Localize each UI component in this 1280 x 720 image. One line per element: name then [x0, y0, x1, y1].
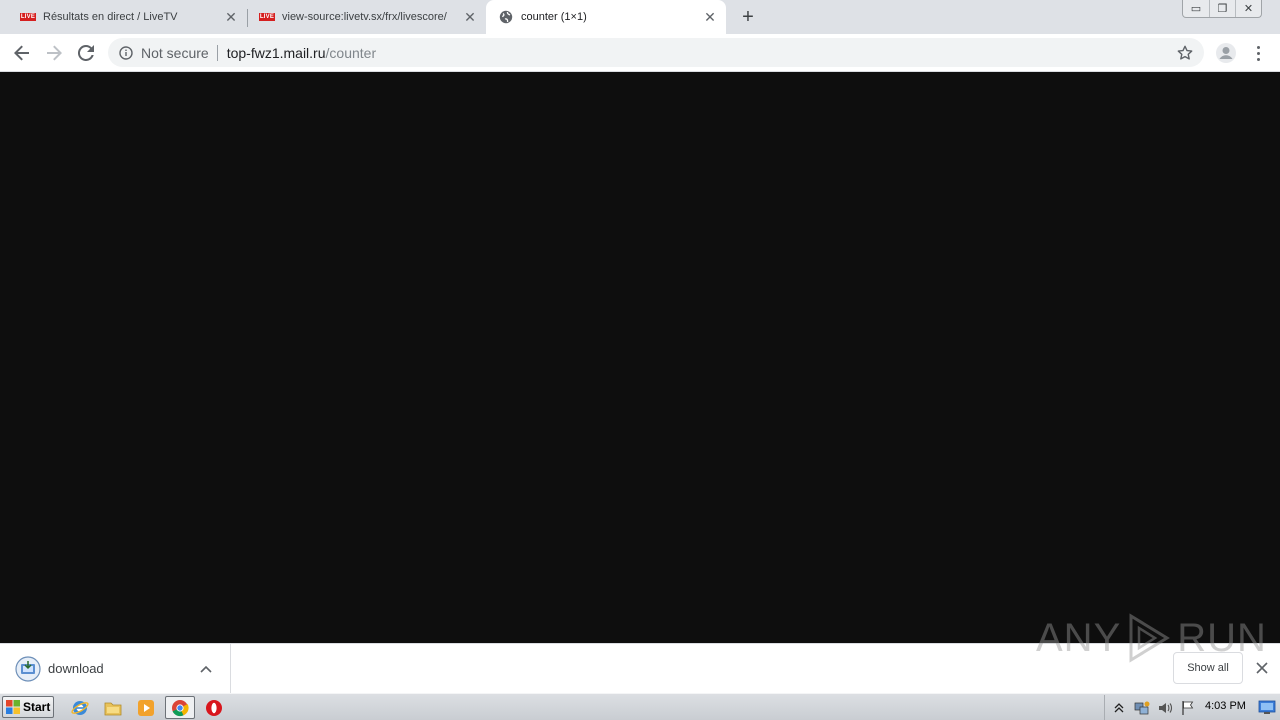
opera-icon[interactable]	[203, 697, 225, 718]
minimize-button[interactable]: ▭	[1183, 0, 1209, 17]
tab-livetv-results[interactable]: LIVE Résultats en direct / LiveTV ✕	[0, 0, 248, 34]
forward-arrow-icon	[47, 45, 62, 61]
installer-file-icon	[15, 655, 41, 682]
download-shelf: download ANY RUN Show all	[0, 613, 1280, 693]
forward-button[interactable]	[40, 39, 68, 67]
windows-taskbar: Start 4:03 PM	[0, 693, 1280, 720]
volume-icon[interactable]	[1156, 699, 1174, 717]
live-badge: LIVE	[259, 13, 275, 21]
browser-menu-button[interactable]	[1250, 41, 1266, 65]
back-arrow-icon	[14, 45, 29, 61]
tab-counter[interactable]: counter (1×1) ✕	[486, 0, 726, 34]
restore-button[interactable]: ❐	[1209, 0, 1235, 17]
close-window-button[interactable]: ✕	[1235, 0, 1261, 17]
taskbar-clock[interactable]: 4:03 PM	[1205, 700, 1246, 712]
show-all-button[interactable]: Show all	[1173, 652, 1243, 684]
network-icon[interactable]	[1133, 699, 1151, 717]
profile-avatar-icon[interactable]	[1214, 41, 1238, 65]
reload-icon	[78, 45, 94, 61]
action-center-flag-icon[interactable]	[1179, 699, 1197, 717]
window-controls: ▭ ❐ ✕	[1182, 0, 1262, 18]
tab-close-icon[interactable]: ✕	[702, 9, 718, 25]
tab-close-icon[interactable]: ✕	[223, 9, 239, 25]
tab-title: counter (1×1)	[521, 11, 587, 23]
chrome-icon[interactable]	[165, 696, 195, 719]
security-status[interactable]: Not secure	[141, 45, 209, 61]
back-button[interactable]	[8, 39, 36, 67]
live-badge: LIVE	[20, 13, 36, 21]
download-item[interactable]: download	[0, 644, 231, 693]
omnibox-divider	[216, 44, 218, 61]
tab-close-icon[interactable]: ✕	[462, 9, 478, 25]
show-desktop-icon[interactable]	[1258, 699, 1276, 715]
tab-strip: LIVE Résultats en direct / LiveTV ✕ LIVE…	[0, 0, 1280, 34]
media-player-icon[interactable]	[135, 697, 157, 718]
bookmark-star-icon[interactable]	[1176, 44, 1194, 62]
system-tray	[1104, 695, 1280, 720]
browser-toolbar: Not secure top-fwz1.mail.ru/counter	[0, 34, 1280, 72]
globe-icon	[498, 9, 514, 25]
download-filename: download	[48, 661, 104, 676]
live-badge-icon: LIVE	[259, 9, 275, 25]
url-path: /counter	[325, 44, 377, 61]
internet-explorer-icon[interactable]	[69, 697, 91, 718]
file-explorer-icon[interactable]	[102, 697, 124, 718]
url-host: top-fwz1.mail.ru	[226, 44, 326, 61]
tab-view-source[interactable]: LIVE view-source:livetv.sx/frx/livescore…	[247, 0, 486, 34]
new-tab-button[interactable]: +	[736, 5, 760, 29]
start-label: Start	[23, 700, 51, 714]
page-content	[0, 72, 1280, 643]
chevron-up-icon[interactable]	[1110, 699, 1128, 717]
chevron-up-icon[interactable]	[196, 659, 216, 679]
tab-title: Résultats en direct / LiveTV	[43, 11, 178, 23]
start-button[interactable]: Start	[2, 696, 54, 718]
info-icon[interactable]	[118, 45, 134, 61]
reload-button[interactable]	[72, 39, 100, 67]
close-shelf-icon[interactable]	[1252, 658, 1272, 678]
address-bar[interactable]: Not secure top-fwz1.mail.ru/counter	[108, 38, 1204, 67]
tab-title: view-source:livetv.sx/frx/livescore/	[282, 11, 447, 23]
windows-flag-icon	[6, 700, 20, 714]
live-badge-icon: LIVE	[20, 9, 36, 25]
